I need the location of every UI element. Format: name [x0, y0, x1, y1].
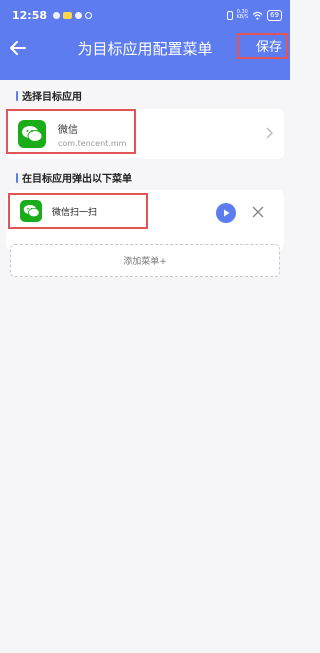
notification-dot-icon	[53, 11, 61, 19]
menu-list-card: 微信扫一扫	[6, 190, 284, 250]
save-button[interactable]: 保存	[256, 36, 282, 55]
section-accent-bar	[16, 172, 18, 183]
wechat-bubbles-icon	[22, 126, 43, 142]
battery-level: 69	[267, 9, 282, 21]
close-icon[interactable]	[250, 204, 266, 220]
menu-item-label: 微信扫一扫	[52, 207, 98, 218]
target-app-section-title: 选择目标应用	[16, 88, 82, 103]
target-app-row[interactable]: 微信 com.tencent.mm	[6, 109, 284, 159]
wifi-icon	[252, 11, 263, 20]
target-app-package: com.tencent.mm	[58, 138, 127, 148]
search-notification-icon	[85, 11, 93, 19]
menu-item[interactable]: 微信扫一扫	[12, 196, 278, 226]
play-icon[interactable]	[216, 203, 236, 223]
target-app-name: 微信	[58, 124, 78, 136]
add-menu-button[interactable]: 添加菜单+	[10, 244, 280, 277]
wechat-bubbles-icon	[23, 204, 40, 218]
menu-section-title: 在目标应用弹出以下菜单	[16, 170, 132, 185]
toolbar: 为目标应用配置菜单 保存	[0, 30, 290, 66]
page-title: 为目标应用配置菜单	[77, 39, 213, 58]
target-app-section-label: 选择目标应用	[22, 92, 82, 103]
wechat-icon	[20, 200, 42, 222]
vibrate-icon	[226, 10, 233, 20]
section-accent-bar	[16, 90, 18, 101]
app-notification-icon	[63, 11, 73, 19]
chevron-right-icon	[266, 127, 273, 139]
message-icon	[75, 11, 83, 19]
wechat-icon	[18, 120, 46, 148]
status-right: 0.30 KB/S 69	[226, 9, 282, 21]
network-speed: 0.30 KB/S	[236, 9, 249, 20]
app-bar: 12:58 0.30 KB/S 69 为目标应用配置菜单 保存	[0, 0, 290, 80]
target-app-text: 微信 com.tencent.mm	[58, 121, 126, 148]
status-bar: 12:58 0.30 KB/S 69	[0, 0, 290, 30]
back-arrow-icon[interactable]	[8, 38, 28, 58]
status-time: 12:58	[12, 8, 48, 22]
menu-section-label: 在目标应用弹出以下菜单	[22, 174, 132, 185]
notification-icons	[53, 11, 93, 19]
